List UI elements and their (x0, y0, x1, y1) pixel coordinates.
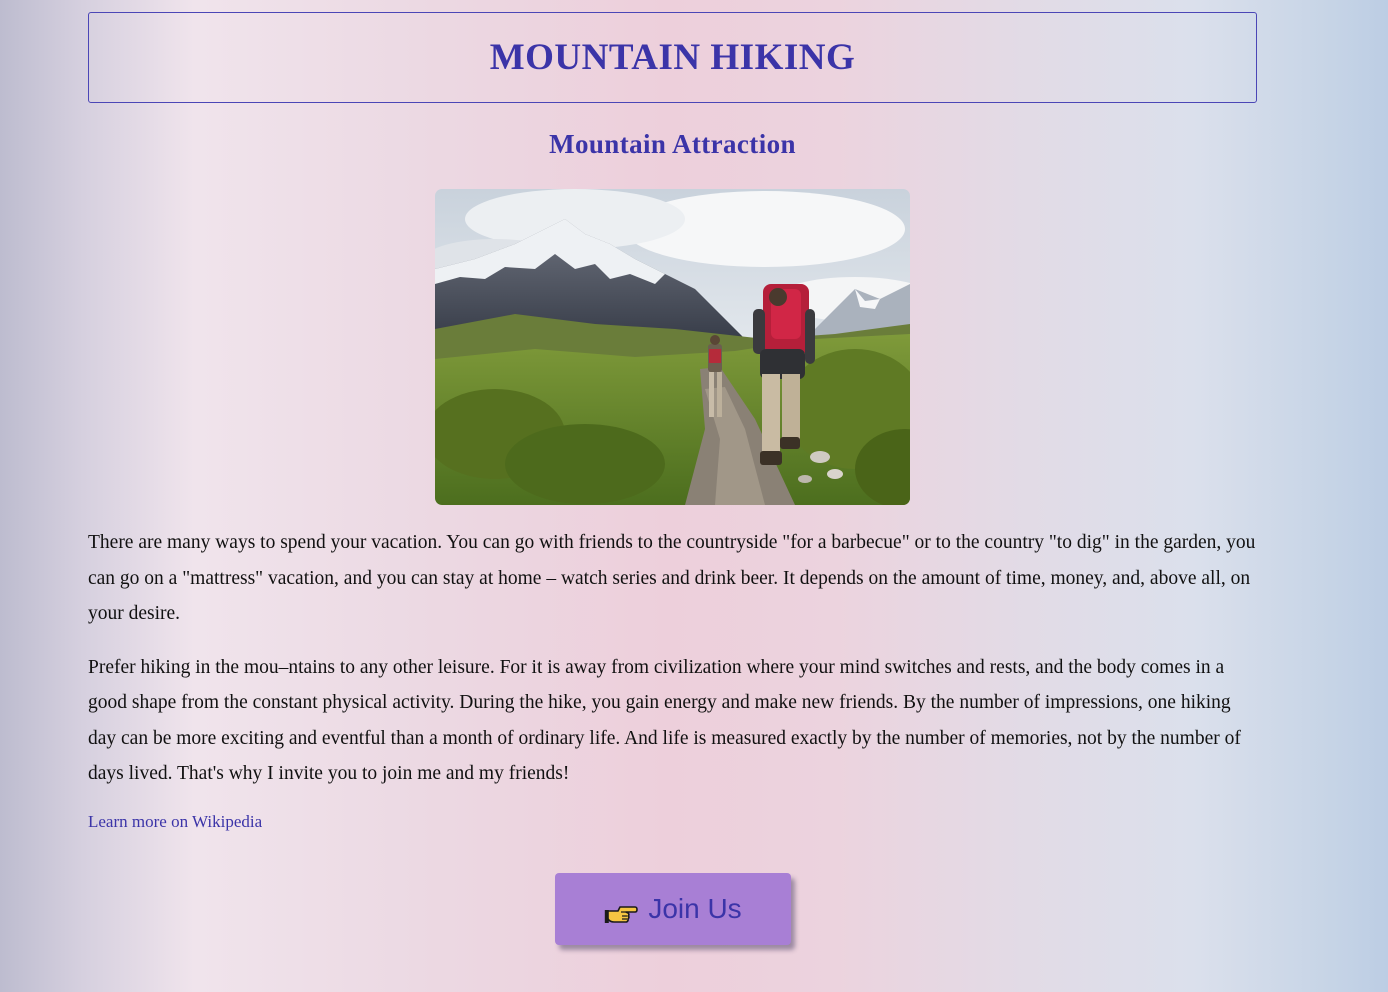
join-us-button[interactable]: Join Us (555, 873, 791, 945)
section-title: Mountain Attraction (549, 129, 796, 159)
site-title: MOUNTAIN HIKING (489, 37, 856, 78)
wikipedia-link[interactable]: Learn more on Wikipedia (88, 812, 262, 832)
content-area: There are many ways to spend your vacati… (88, 525, 1257, 832)
header-banner: MOUNTAIN HIKING (88, 12, 1257, 103)
pointing-hand-icon (604, 899, 639, 925)
join-us-label: Join Us (648, 893, 742, 924)
page-container: MOUNTAIN HIKING Mountain Attraction Ther… (88, 12, 1257, 831)
hiking-photo (435, 189, 910, 505)
hiking-paragraph: Prefer hiking in the mou–ntains to any o… (88, 656, 1241, 785)
intro-paragraph: There are many ways to spend your vacati… (88, 532, 1256, 624)
